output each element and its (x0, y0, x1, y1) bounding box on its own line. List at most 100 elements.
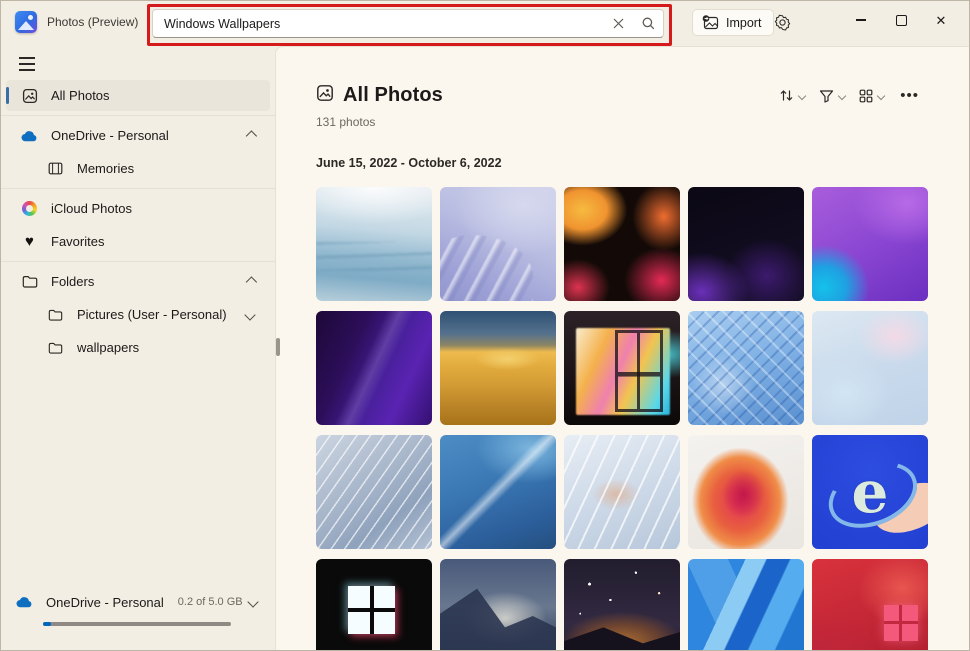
chevron-down-icon (798, 91, 806, 99)
sidebar-divider (1, 261, 275, 262)
photo-thumbnail-hay-field[interactable] (440, 311, 556, 425)
photo-thumbnail-blue-silk[interactable] (440, 435, 556, 549)
onedrive-cloud-icon (21, 130, 38, 142)
photo-thumbnail-bloom-ember[interactable] (564, 187, 680, 301)
photo-thumbnail-red-windows[interactable] (812, 559, 928, 650)
photos-app-window: Photos (Preview) Import (0, 0, 970, 651)
close-icon (613, 18, 624, 29)
photo-grid (316, 187, 927, 650)
sidebar-divider (1, 115, 275, 116)
sidebar-item-label: Pictures (User - Personal) (77, 307, 227, 322)
photo-thumbnail-bloom-lavender[interactable] (440, 187, 556, 301)
onedrive-storage: OneDrive - Personal 0.2 of 5.0 GB (1, 590, 275, 638)
sidebar-item-memories[interactable]: Memories (6, 153, 270, 184)
sidebar-divider (1, 188, 275, 189)
sidebar: All Photos OneDrive - Personal Memories (1, 46, 275, 650)
titlebar: Photos (Preview) Import (1, 1, 969, 46)
chevron-down-icon (838, 91, 846, 99)
clear-search-button[interactable] (603, 10, 633, 37)
sidebar-item-label: Folders (51, 274, 94, 289)
sidebar-item-favorites[interactable]: ♥ Favorites (6, 226, 270, 257)
panel-resize-handle[interactable] (276, 338, 280, 356)
sidebar-item-icloud-photos[interactable]: iCloud Photos (6, 193, 270, 224)
photo-thumbnail-feather-pale[interactable] (564, 435, 680, 549)
storage-usage: 0.2 of 5.0 GB (178, 596, 243, 608)
gallery-toolbar: ••• (773, 83, 927, 108)
window-controls: ✕ (841, 5, 961, 35)
photo-icon (21, 88, 38, 104)
photo-thumbnail-pastel-blur[interactable] (812, 311, 928, 425)
photo-thumbnail-mist-blue[interactable] (316, 187, 432, 301)
filter-button[interactable] (813, 84, 851, 108)
photo-thumbnail-violet-cyan[interactable] (812, 187, 928, 301)
sort-button[interactable] (773, 83, 811, 108)
close-button[interactable]: ✕ (921, 5, 961, 35)
chevron-up-icon[interactable] (246, 130, 257, 141)
folder-icon (47, 342, 64, 354)
photo-thumbnail-bloom-dark[interactable] (688, 187, 804, 301)
onedrive-storage-row[interactable]: OneDrive - Personal 0.2 of 5.0 GB (1, 590, 275, 614)
date-group-header: June 15, 2022 - October 6, 2022 (316, 156, 927, 170)
menu-button[interactable] (11, 51, 45, 77)
photo-thumbnail-black-windows[interactable] (316, 559, 432, 650)
photos-app-icon (15, 11, 37, 33)
sidebar-item-label: OneDrive - Personal (51, 128, 169, 143)
photo-count: 131 photos (316, 115, 927, 129)
chevron-up-icon[interactable] (246, 276, 257, 287)
search-input[interactable] (153, 17, 603, 31)
search-button[interactable] (633, 10, 663, 37)
sidebar-item-all-photos[interactable]: All Photos (6, 80, 270, 111)
page-title: All Photos (343, 84, 443, 107)
folder-icon (21, 275, 38, 288)
sidebar-item-folders[interactable]: Folders (6, 266, 270, 297)
memories-icon (47, 162, 64, 175)
storage-progress-fill (43, 622, 51, 626)
close-icon: ✕ (936, 14, 947, 27)
gear-icon (774, 14, 791, 31)
main-panel: All Photos ••• (275, 46, 969, 650)
onedrive-cloud-icon (16, 596, 33, 608)
filter-icon (819, 89, 834, 103)
minimize-icon (856, 19, 866, 20)
photo-thumbnail-ie-logo[interactable] (812, 435, 928, 549)
photo-thumbnail-purple-ribbons[interactable] (316, 311, 432, 425)
sidebar-item-onedrive[interactable]: OneDrive - Personal (6, 120, 270, 151)
app-identity: Photos (Preview) (15, 11, 138, 33)
chevron-down-icon[interactable] (247, 596, 258, 607)
folder-icon (47, 309, 64, 321)
layout-button[interactable] (853, 84, 890, 108)
icloud-photos-icon (22, 201, 37, 216)
sidebar-item-wallpapers[interactable]: wallpapers (6, 332, 270, 363)
search-box[interactable] (152, 9, 664, 38)
import-icon (702, 15, 719, 30)
maximize-icon (896, 15, 907, 26)
minimize-button[interactable] (841, 5, 881, 35)
maximize-button[interactable] (881, 5, 921, 35)
storage-label: OneDrive - Personal (46, 595, 164, 610)
import-label: Import (726, 16, 761, 30)
sidebar-item-label: Memories (77, 161, 134, 176)
sort-icon (779, 88, 794, 103)
search-icon (642, 17, 655, 30)
hamburger-icon (19, 57, 35, 59)
chevron-down-icon[interactable] (244, 309, 255, 320)
app-title: Photos (Preview) (47, 15, 138, 29)
photo-thumbnail-glass-cube[interactable] (564, 311, 680, 425)
chevron-down-icon (877, 91, 885, 99)
sidebar-item-label: wallpapers (77, 340, 139, 355)
photo-thumbnail-starry-dusk[interactable] (564, 559, 680, 650)
storage-progress-bar (43, 622, 231, 626)
sidebar-item-label: iCloud Photos (51, 201, 132, 216)
photo-thumbnail-circuit-blue[interactable] (688, 311, 804, 425)
photo-thumbnail-dusk-mountains[interactable] (440, 559, 556, 650)
ellipsis-icon: ••• (900, 87, 919, 104)
photo-thumbnail-rose-bloom[interactable] (688, 435, 804, 549)
sidebar-item-pictures[interactable]: Pictures (User - Personal) (6, 299, 270, 330)
heart-icon: ♥ (21, 234, 38, 249)
photo-thumbnail-blue-facets[interactable] (688, 559, 804, 650)
import-button[interactable]: Import (692, 9, 774, 36)
photo-thumbnail-silver-strands[interactable] (316, 435, 432, 549)
settings-button[interactable] (767, 9, 797, 36)
sidebar-item-label: All Photos (51, 88, 110, 103)
more-options-button[interactable]: ••• (892, 83, 927, 108)
